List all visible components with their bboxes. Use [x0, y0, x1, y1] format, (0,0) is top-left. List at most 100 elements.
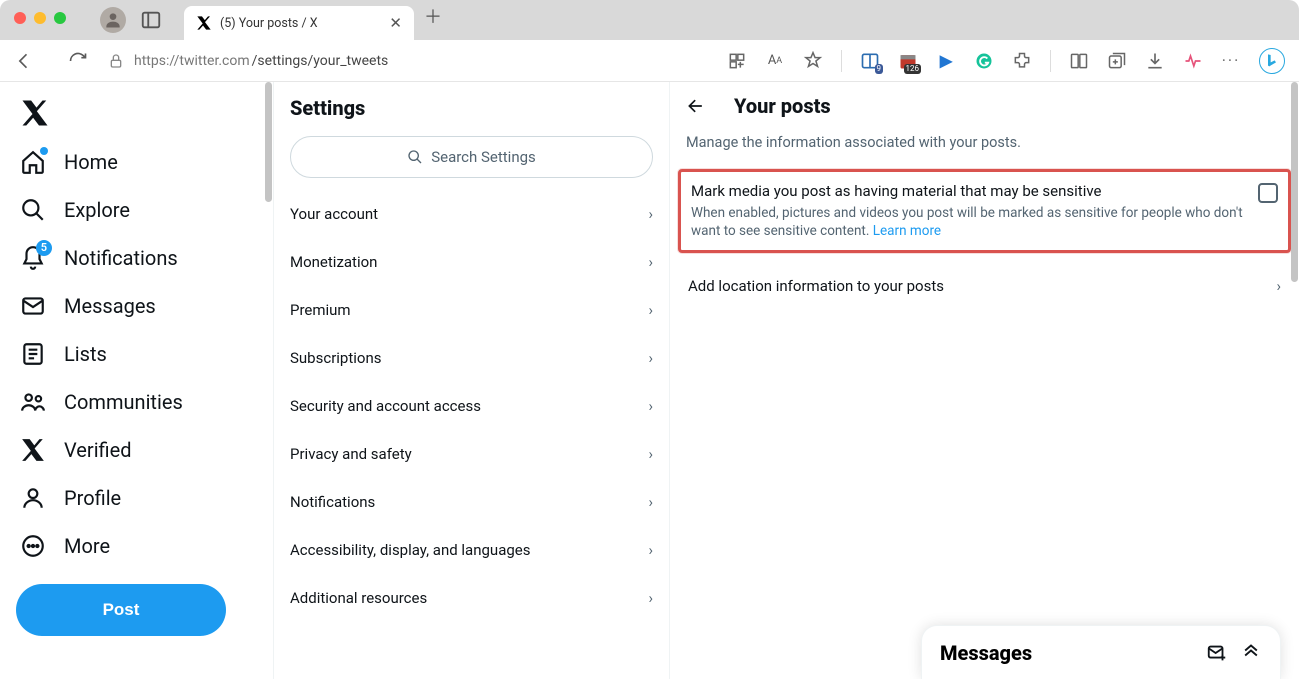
collections-icon[interactable]: 9 — [860, 51, 880, 71]
detail-scrollbar[interactable] — [1289, 82, 1299, 679]
settings-item-label: Subscriptions — [290, 349, 381, 367]
new-tab-button[interactable]: ＋ — [424, 3, 442, 29]
settings-title: Settings — [274, 82, 669, 136]
list-icon — [20, 341, 46, 367]
address-bar[interactable]: https://twitter.com/settings/your_tweets — [102, 53, 642, 69]
settings-item-label: Additional resources — [290, 589, 427, 607]
chevron-right-icon: › — [648, 205, 653, 223]
add-extension-icon[interactable] — [727, 51, 747, 71]
health-ext-icon[interactable] — [1183, 51, 1203, 71]
link-row-label: Add location information to your posts — [688, 277, 944, 295]
nav-lists[interactable]: Lists — [8, 330, 265, 378]
settings-item-notifications[interactable]: Notifications › — [274, 478, 669, 526]
browser-tab[interactable]: (5) Your posts / X ✕ — [184, 6, 414, 40]
search-settings-input[interactable]: Search Settings — [290, 136, 653, 178]
collections-add-icon[interactable] — [1107, 51, 1127, 71]
chevron-right-icon: › — [648, 541, 653, 559]
detail-title: Your posts — [734, 94, 831, 118]
messages-dock-title: Messages — [940, 641, 1194, 665]
messages-dock[interactable]: Messages — [921, 625, 1281, 679]
home-icon — [20, 149, 46, 175]
people-icon — [20, 389, 46, 415]
browser-sidebar-icon[interactable] — [140, 9, 162, 31]
learn-more-link[interactable]: Learn more — [873, 223, 941, 239]
window-controls — [14, 12, 66, 24]
nav-label: Notifications — [64, 246, 178, 270]
chevron-right-icon: › — [1276, 277, 1281, 295]
refresh-button[interactable] — [68, 51, 88, 71]
calendar-badge: 126 — [904, 64, 922, 74]
back-arrow-button[interactable] — [686, 96, 706, 116]
sensitive-media-checkbox[interactable] — [1258, 183, 1278, 203]
downloads-icon[interactable] — [1145, 51, 1165, 71]
nav-explore[interactable]: Explore — [8, 186, 265, 234]
notification-count: 5 — [36, 240, 52, 256]
settings-item-label: Premium — [290, 301, 351, 319]
pandora-ext-icon[interactable]: ▶ — [936, 51, 956, 71]
primary-nav: Home Explore 5 Notifications Messages Li… — [0, 82, 274, 679]
extensions-icon[interactable] — [1012, 51, 1032, 71]
settings-item-label: Privacy and safety — [290, 445, 412, 463]
url-path: /settings/your_tweets — [252, 53, 389, 69]
settings-item-privacy[interactable]: Privacy and safety› — [274, 430, 669, 478]
detail-column: Your posts Manage the information associ… — [670, 82, 1299, 679]
detail-header: Your posts — [670, 82, 1299, 130]
browser-toolbar: https://twitter.com/settings/your_tweets… — [0, 40, 1299, 82]
post-button[interactable]: Post — [16, 584, 226, 636]
profile-avatar[interactable] — [100, 7, 126, 33]
option-title: Mark media you post as having material t… — [691, 182, 1246, 200]
nav-home[interactable]: Home — [8, 138, 265, 186]
close-tab-icon[interactable]: ✕ — [389, 14, 402, 32]
settings-item-subscriptions[interactable]: Subscriptions› — [274, 334, 669, 382]
nav-label: Profile — [64, 486, 121, 510]
settings-item-label: Monetization — [290, 253, 377, 271]
person-icon — [20, 485, 46, 511]
grammarly-ext-icon[interactable] — [974, 51, 994, 71]
settings-item-premium[interactable]: Premium › — [274, 286, 669, 334]
close-window[interactable] — [14, 12, 26, 24]
window-titlebar: (5) Your posts / X ✕ ＋ — [0, 0, 1299, 40]
split-screen-icon[interactable] — [1069, 51, 1089, 71]
x-logo-link[interactable] — [8, 88, 265, 138]
location-info-row[interactable]: Add location information to your posts › — [670, 261, 1299, 311]
settings-item-label: Notifications — [290, 493, 375, 511]
favorite-icon[interactable] — [803, 51, 823, 71]
expand-dock-icon[interactable] — [1240, 642, 1262, 664]
new-message-icon[interactable] — [1206, 642, 1228, 664]
bing-chat-icon[interactable] — [1259, 48, 1285, 74]
nav-verified[interactable]: Verified — [8, 426, 265, 474]
chevron-right-icon: › — [648, 301, 653, 319]
calendar-ext-icon[interactable]: 126 — [898, 51, 918, 71]
maximize-window[interactable] — [54, 12, 66, 24]
more-icon — [20, 533, 46, 559]
chevron-right-icon: › — [648, 253, 653, 271]
settings-item-resources[interactable]: Additional resources › — [274, 574, 669, 622]
chevron-right-icon: › — [648, 493, 653, 511]
nav-communities[interactable]: Communities — [8, 378, 265, 426]
sensitive-media-option: Mark media you post as having material t… — [691, 182, 1278, 240]
more-menu-icon[interactable]: ··· — [1221, 51, 1241, 71]
nav-notifications[interactable]: 5 Notifications — [8, 234, 265, 282]
chevron-right-icon: › — [648, 589, 653, 607]
nav-more[interactable]: More — [8, 522, 265, 570]
tab-title: (5) Your posts / X — [220, 16, 318, 31]
option-description: When enabled, pictures and videos you po… — [691, 204, 1246, 240]
settings-item-account[interactable]: Your account› — [274, 190, 669, 238]
nav-label: Verified — [64, 438, 132, 462]
back-button[interactable] — [14, 51, 34, 71]
divider — [841, 50, 842, 72]
collections-badge: 9 — [875, 64, 884, 74]
nav-scrollbar[interactable] — [263, 82, 273, 679]
lock-icon — [108, 53, 124, 69]
settings-item-monetization[interactable]: Monetization › — [274, 238, 669, 286]
settings-item-security[interactable]: Security and account access› — [274, 382, 669, 430]
search-icon — [20, 197, 46, 223]
mail-icon — [20, 293, 46, 319]
minimize-window[interactable] — [34, 12, 46, 24]
settings-item-label: Security and account access — [290, 397, 481, 415]
settings-item-accessibility[interactable]: Accessibility, display, and languages › — [274, 526, 669, 574]
nav-profile[interactable]: Profile — [8, 474, 265, 522]
text-size-icon[interactable]: AA — [765, 51, 785, 71]
settings-item-label: Accessibility, display, and languages — [290, 541, 530, 559]
nav-messages[interactable]: Messages — [8, 282, 265, 330]
